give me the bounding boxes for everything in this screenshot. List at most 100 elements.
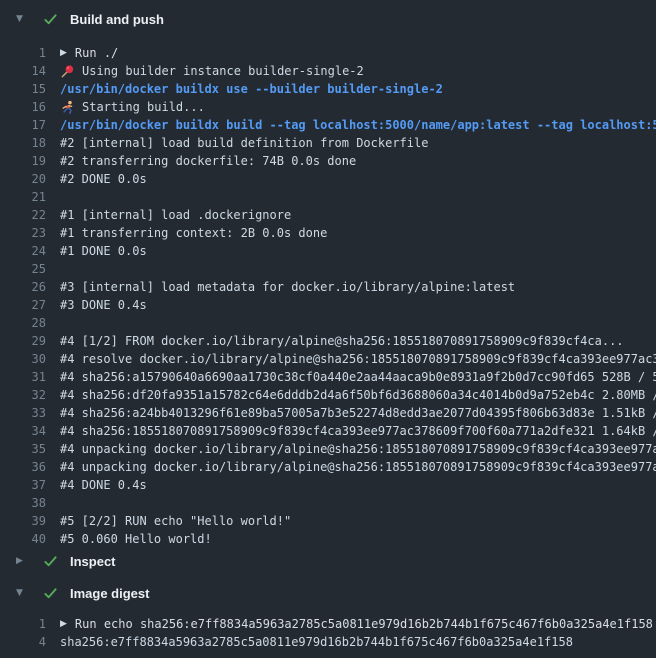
section-header-inspect[interactable]: ▶ Inspect	[0, 548, 656, 574]
line-content: #2 [internal] load build definition from…	[60, 134, 656, 152]
line-content: sha256:e7ff8834a5963a2785c5a0811e979d16b…	[60, 633, 656, 651]
chevron-down-icon: ▼	[16, 15, 27, 24]
line-content	[60, 188, 656, 206]
line-content: #5 [2/2] RUN echo "Hello world!"	[60, 512, 656, 530]
line-content: #2 transferring dockerfile: 74B 0.0s don…	[60, 152, 656, 170]
log-line: 40 #5 0.060 Hello world!	[0, 530, 656, 548]
log-line: 31 #4 sha256:a15790640a6690aa1730c38cf0a4…	[0, 368, 656, 386]
log-line: 4 sha256:e7ff8834a5963a2785c5a0811e979d16…	[0, 633, 656, 651]
log-line: 24 #1 DONE 0.0s	[0, 242, 656, 260]
log-line: 14 Using builder instance builder-single…	[0, 62, 656, 80]
line-number[interactable]: 40	[0, 530, 46, 548]
log-line: 1 ▶ Run echo sha256:e7ff8834a5963a2785c5a0…	[0, 615, 656, 633]
line-content: #5 0.060 Hello world!	[60, 530, 656, 548]
line-text: /usr/bin/docker buildx build --tag local…	[60, 116, 656, 134]
line-number[interactable]: 4	[0, 633, 46, 651]
line-text: Starting build...	[82, 98, 205, 116]
line-content: #1 DONE 0.0s	[60, 242, 656, 260]
line-text: #5 [2/2] RUN echo "Hello world!"	[60, 512, 291, 530]
line-text: #3 DONE 0.4s	[60, 296, 147, 314]
log-lines: 1 ▶ Run ./14 Using builder instance builde…	[0, 32, 656, 548]
line-number[interactable]: 16	[0, 98, 46, 116]
line-text: sha256:e7ff8834a5963a2785c5a0811e979d16b…	[60, 633, 573, 651]
section-title: Image digest	[70, 586, 149, 601]
section-header-image-digest[interactable]: ▼ Image digest	[0, 580, 656, 606]
line-content: #2 DONE 0.0s	[60, 170, 656, 188]
section-build-and-push: ▼ Build and push 1 ▶ Run ./14 Using builder…	[0, 0, 656, 548]
line-number[interactable]: 1	[0, 615, 46, 633]
line-text: #1 DONE 0.0s	[60, 242, 147, 260]
run-group-toggle-icon[interactable]: ▶	[60, 44, 67, 62]
line-text: #2 DONE 0.0s	[60, 170, 147, 188]
line-content: #4 unpacking docker.io/library/alpine@sh…	[60, 458, 656, 476]
line-number[interactable]: 17	[0, 116, 46, 134]
line-number[interactable]: 33	[0, 404, 46, 422]
line-text: #1 [internal] load .dockerignore	[60, 206, 291, 224]
line-number[interactable]: 31	[0, 368, 46, 386]
line-number[interactable]: 1	[0, 44, 46, 62]
line-number[interactable]: 29	[0, 332, 46, 350]
line-number[interactable]: 36	[0, 458, 46, 476]
run-group-toggle-icon[interactable]: ▶	[60, 615, 67, 633]
line-number[interactable]: 22	[0, 206, 46, 224]
line-content: #4 sha256:df20fa9351a15782c64e6dddb2d4a6…	[60, 386, 656, 404]
line-text: Run echo sha256:e7ff8834a5963a2785c5a081…	[75, 615, 653, 633]
line-text: /usr/bin/docker buildx use --builder bui…	[60, 80, 443, 98]
log-line: 38	[0, 494, 656, 512]
line-content: #4 DONE 0.4s	[60, 476, 656, 494]
log-line: 39 #5 [2/2] RUN echo "Hello world!"	[0, 512, 656, 530]
line-number[interactable]: 38	[0, 494, 46, 512]
line-number[interactable]: 14	[0, 62, 46, 80]
line-number[interactable]: 39	[0, 512, 46, 530]
line-content: ▶ Run ./	[60, 44, 656, 62]
line-number[interactable]: 23	[0, 224, 46, 242]
line-number[interactable]: 15	[0, 80, 46, 98]
log-line: 17/usr/bin/docker buildx build --tag loc…	[0, 116, 656, 134]
line-content	[60, 260, 656, 278]
line-number[interactable]: 35	[0, 440, 46, 458]
log-line: 28	[0, 314, 656, 332]
log-line: 1 ▶ Run ./	[0, 44, 656, 62]
line-text: Run ./	[75, 44, 118, 62]
line-number[interactable]: 21	[0, 188, 46, 206]
line-number[interactable]: 24	[0, 242, 46, 260]
line-text: #4 sha256:a24bb4013296f61e89ba57005a7b3e…	[60, 404, 656, 422]
log-line: 22 #1 [internal] load .dockerignore	[0, 206, 656, 224]
line-text: #4 DONE 0.4s	[60, 476, 147, 494]
line-content	[60, 494, 656, 512]
log-line: 29 #4 [1/2] FROM docker.io/library/alpine…	[0, 332, 656, 350]
log-line: 30 #4 resolve docker.io/library/alpine@sh…	[0, 350, 656, 368]
line-text: #5 0.060 Hello world!	[60, 530, 212, 548]
line-text: #2 [internal] load build definition from…	[60, 134, 428, 152]
line-number[interactable]: 34	[0, 422, 46, 440]
line-number[interactable]: 27	[0, 296, 46, 314]
line-number[interactable]: 20	[0, 170, 46, 188]
section-image-digest: ▼ Image digest 1 ▶ Run echo sha256:e7ff8834…	[0, 580, 656, 651]
log-line: 25	[0, 260, 656, 278]
line-number[interactable]: 28	[0, 314, 46, 332]
log-line: 36 #4 unpacking docker.io/library/alpine@…	[0, 458, 656, 476]
log-line: 16 Starting build...	[0, 98, 656, 116]
log-line: 35#4 unpacking docker.io/library/alpine@…	[0, 440, 656, 458]
chevron-down-icon: ▼	[16, 589, 27, 598]
line-number[interactable]: 32	[0, 386, 46, 404]
line-number[interactable]: 18	[0, 134, 46, 152]
line-text: #4 sha256:185518070891758909c9f839cf4ca3…	[60, 422, 656, 440]
line-text: #4 [1/2] FROM docker.io/library/alpine@s…	[60, 332, 624, 350]
log-line: 21	[0, 188, 656, 206]
line-content: #4 resolve docker.io/library/alpine@sha2…	[60, 350, 656, 368]
line-content: #4 sha256:185518070891758909c9f839cf4ca3…	[60, 422, 656, 440]
line-number[interactable]: 26	[0, 278, 46, 296]
line-text: #4 resolve docker.io/library/alpine@sha2…	[60, 350, 656, 368]
line-number[interactable]: 19	[0, 152, 46, 170]
line-number[interactable]: 30	[0, 350, 46, 368]
line-content	[60, 314, 656, 332]
log-line: 32 #4 sha256:df20fa9351a15782c64e6dddb2d4…	[0, 386, 656, 404]
line-number[interactable]: 25	[0, 260, 46, 278]
line-content: #4 sha256:a15790640a6690aa1730c38cf0a440…	[60, 368, 656, 386]
section-header-build-and-push[interactable]: ▼ Build and push	[0, 6, 656, 32]
pushpin-icon	[60, 64, 75, 79]
check-icon	[43, 586, 58, 601]
line-number[interactable]: 37	[0, 476, 46, 494]
log-line: 18 #2 [internal] load build definition fr…	[0, 134, 656, 152]
